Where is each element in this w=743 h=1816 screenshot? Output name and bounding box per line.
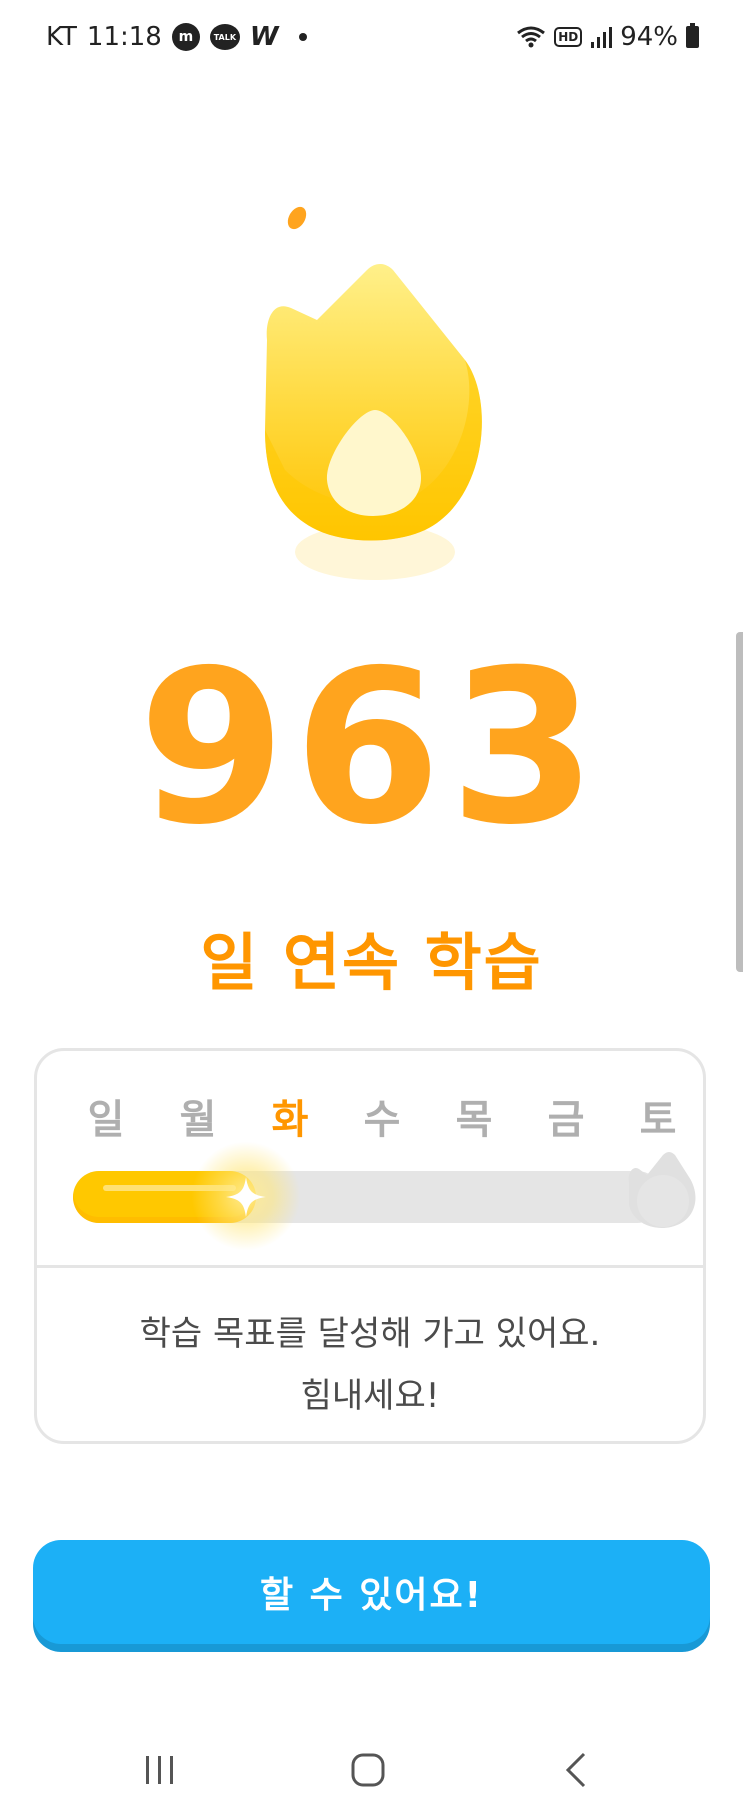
card-divider: [37, 1265, 703, 1268]
signal-icon: [591, 27, 613, 48]
clock: 11:18: [86, 22, 162, 52]
weekly-streak-card: 일 월 화 수 목 금 토 학습 목표를 달성해 가고 있어요. 힘내세요!: [34, 1048, 706, 1444]
weekday-row: 일 월 화 수 목 금 토: [37, 1087, 703, 1147]
weekday-sat: 토: [639, 1097, 677, 1143]
week-progress-track: [73, 1141, 663, 1251]
home-button[interactable]: [328, 1730, 408, 1810]
hd-voice-icon: HD: [554, 27, 583, 47]
recent-apps-icon: [146, 1756, 173, 1784]
back-icon: [565, 1752, 586, 1788]
back-button[interactable]: [536, 1730, 616, 1810]
kakaotalk-icon: TALK: [209, 24, 240, 50]
sparkle-star-icon: [226, 1177, 266, 1217]
carrier-label: KT: [46, 22, 77, 52]
m-app-icon: m: [171, 23, 200, 51]
continue-button[interactable]: 할 수 있어요!: [33, 1540, 710, 1644]
status-left: KT 11:18 m TALK W: [46, 22, 307, 52]
w-app-icon: W: [249, 22, 279, 52]
streak-label: 일 연속 학습: [200, 926, 543, 999]
streak-count: 963: [138, 624, 605, 871]
streak-flame-illustration: [255, 200, 485, 600]
weekday-mon: 월: [179, 1097, 217, 1143]
weekday-wed: 수: [363, 1097, 401, 1143]
home-icon: [351, 1753, 385, 1787]
flame-icon: [265, 264, 482, 580]
message-line-1: 학습 목표를 달성해 가고 있어요.: [139, 1314, 601, 1354]
status-right: HD 94%: [516, 22, 699, 52]
wifi-icon: [517, 26, 546, 48]
status-bar: KT 11:18 m TALK W HD 94%: [0, 0, 743, 80]
message-line-2: 힘내세요!: [300, 1376, 440, 1416]
weekday-fri: 금: [547, 1097, 585, 1143]
battery-percent: 94%: [620, 22, 678, 52]
recent-apps-button[interactable]: [120, 1730, 200, 1810]
weekday-tue: 화: [271, 1097, 309, 1143]
encouragement-message: 학습 목표를 달성해 가고 있어요. 힘내세요!: [37, 1303, 703, 1427]
notification-dot-icon: [298, 33, 307, 41]
system-nav-bar: [0, 1730, 743, 1816]
weekday-sun: 일: [87, 1097, 125, 1143]
battery-icon: [686, 23, 699, 48]
scroll-handle[interactable]: [736, 632, 743, 972]
goal-flame-icon: [628, 1152, 696, 1229]
weekday-thu: 목: [455, 1097, 493, 1143]
